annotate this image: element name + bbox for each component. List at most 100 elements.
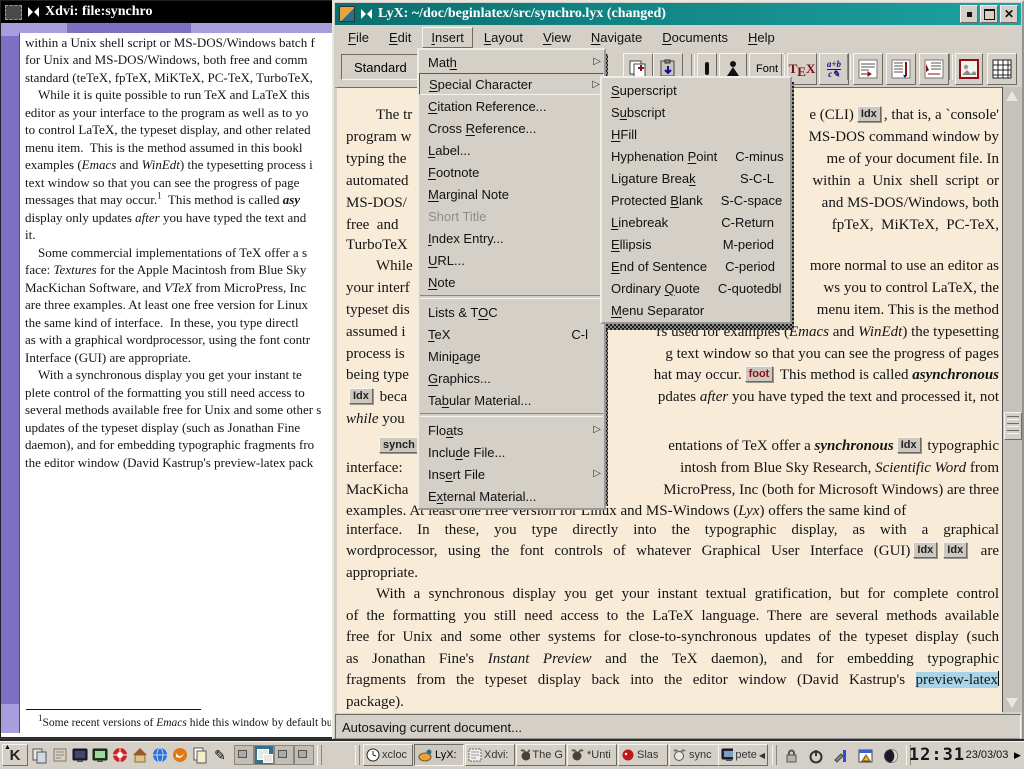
menu-view[interactable]: View [534,27,580,48]
menu-help[interactable]: Help [739,27,784,48]
taskbar-window-xdvi[interactable]: Xdvi: [465,744,515,766]
menu-item-special-character[interactable]: Special Character▷ [419,73,604,95]
toolbar-change-depth-button[interactable] [919,53,949,85]
menu-item-cross-reference[interactable]: Cross Reference... [419,117,604,139]
iconify-button[interactable] [960,5,978,23]
menu-item-note[interactable]: Note [419,271,604,293]
pager-desktop-1[interactable] [234,745,254,765]
pager-desktop-3[interactable] [274,745,294,765]
taskbar-window-slas[interactable]: Slas [618,744,668,766]
lyx-vscroll-thumb[interactable] [1004,412,1022,440]
menu-item-minipage[interactable]: Minipage [419,345,604,367]
menu-item-short-title[interactable]: Short Title [419,205,604,227]
idx-inset[interactable]: Idx [349,388,373,404]
idx-inset[interactable]: Idx [897,437,921,453]
taskbar-window-xcloc[interactable]: xcloc [363,744,413,766]
launcher-documents[interactable] [190,744,210,766]
taskbar-window-the-g[interactable]: The G [516,744,566,766]
tray-moon[interactable] [879,745,902,767]
menu-item-url[interactable]: URL... [419,249,604,271]
taskbar-window-pete[interactable]: pete◀ [718,744,768,766]
menu-documents[interactable]: Documents [653,27,737,48]
menu-item-hyphenation-point[interactable]: Hyphenation PointC-minus [602,145,790,167]
idx-inset[interactable]: Idx [913,542,937,558]
menu-item-hfill[interactable]: HFill [602,123,790,145]
launcher-terminal-monitor[interactable] [70,744,90,766]
menu-item-ligature-break[interactable]: Ligature BreakS-C-L [602,167,790,189]
foot-inset[interactable]: foot [745,366,774,382]
menu-item-citation-reference[interactable]: Citation Reference... [419,95,604,117]
menu-item-insert-file[interactable]: Insert File▷ [419,463,604,485]
menu-item-linebreak[interactable]: LinebreakC-Return [602,211,790,233]
launcher-help-lifering[interactable] [110,744,130,766]
panel-grip[interactable] [355,745,360,765]
menu-file[interactable]: File [339,27,378,48]
close-button[interactable]: ✕ [1000,5,1018,23]
menu-item-ellipsis[interactable]: EllipsisM-period [602,233,790,255]
scroll-up-arrow[interactable] [1006,91,1018,101]
menu-item-marginal-note[interactable]: Marginal Note [419,183,604,205]
launcher-kmail[interactable] [170,744,190,766]
taskbar-window-sync[interactable]: sync [669,744,719,766]
launcher-window-list[interactable] [30,744,50,766]
tray-klipper[interactable] [829,745,852,767]
menu-item-external-material[interactable]: External Material... [419,485,604,507]
menu-navigate[interactable]: Navigate [582,27,651,48]
synch-inset[interactable]: synch [379,437,419,453]
desktop-pager[interactable] [233,744,315,766]
toolbar-insert-marginpar-button[interactable] [886,53,916,85]
k-menu-button[interactable]: K▲ [2,744,28,766]
pager-desktop-4[interactable] [294,745,314,765]
launcher-desktop-access[interactable] [50,744,70,766]
scroll-down-arrow[interactable] [1006,698,1018,708]
menu-item-end-of-sentence[interactable]: End of SentenceC-period [602,255,790,277]
menu-layout[interactable]: Layout [475,27,532,48]
menu-item-subscript[interactable]: Subscript [602,101,790,123]
panel-grip[interactable] [772,745,777,765]
menu-item-protected-blank[interactable]: Protected BlankS-C-space [602,189,790,211]
tray-lock[interactable] [779,745,802,767]
toolbar-insert-footnote-button[interactable] [853,53,883,85]
tray-organizer[interactable]: ! [854,745,877,767]
panel-grip[interactable] [317,745,322,765]
collapse-arrow-icon[interactable]: ◀ [759,751,765,760]
menu-item-index-entry[interactable]: Index Entry... [419,227,604,249]
toolbar-math-mode-button[interactable]: a+bc✎ [819,53,849,85]
menu-edit[interactable]: Edit [380,27,420,48]
tray-power[interactable] [804,745,827,767]
toolbar-insert-figure-button[interactable] [955,53,983,85]
document-text-line: while you [346,409,405,429]
panel-hide-arrow[interactable]: ▶ [1013,744,1022,766]
menu-item-superscript[interactable]: Superscript [602,79,790,101]
launcher-editor-pencil[interactable]: ✎ [210,744,230,766]
xdvi-vertical-scrollbar[interactable] [1,33,20,733]
menu-item-math[interactable]: Math▷ [419,51,604,73]
menu-item-ordinary-quote[interactable]: Ordinary QuoteC-quotedbl [602,277,790,299]
menu-item-footnote[interactable]: Footnote [419,161,604,183]
xdvi-hscroll-thumb[interactable] [67,23,191,33]
lyx-titlebar[interactable]: LyX: ~/doc/beginlatex/src/synchro.lyx (c… [335,3,1021,25]
taskbar-window-lyx[interactable]: LyX: [414,744,464,766]
menu-insert[interactable]: Insert [422,27,473,48]
maximize-button[interactable] [980,5,998,23]
xdvi-titlebar[interactable]: Xdvi: file:synchro [1,1,332,23]
launcher-konsole[interactable] [90,744,110,766]
menu-item-graphics[interactable]: Graphics... [419,367,604,389]
menu-item-tabular-material[interactable]: Tabular Material... [419,389,604,411]
taskbar-window-unti[interactable]: *Unti [567,744,617,766]
menu-item-include-file[interactable]: Include File... [419,441,604,463]
menu-item-lists-toc[interactable]: Lists & TOC [419,301,604,323]
launcher-home-folder[interactable] [130,744,150,766]
xdvi-horizontal-scrollbar[interactable] [1,23,334,33]
menu-item-label[interactable]: Label... [419,139,604,161]
launcher-web-globe[interactable] [150,744,170,766]
pager-desktop-2[interactable] [254,745,274,765]
toolbar-insert-table-button[interactable] [987,53,1017,85]
lyx-vertical-scrollbar[interactable] [1002,87,1022,712]
menu-item-tex[interactable]: TeXC-l [419,323,604,345]
idx-inset[interactable]: Idx [943,542,967,558]
menu-item-floats[interactable]: Floats▷ [419,419,604,441]
idx-inset[interactable]: Idx [857,106,881,122]
xdvi-vscroll-thumb[interactable] [1,36,19,704]
menu-item-menu-separator[interactable]: Menu Separator [602,299,790,321]
